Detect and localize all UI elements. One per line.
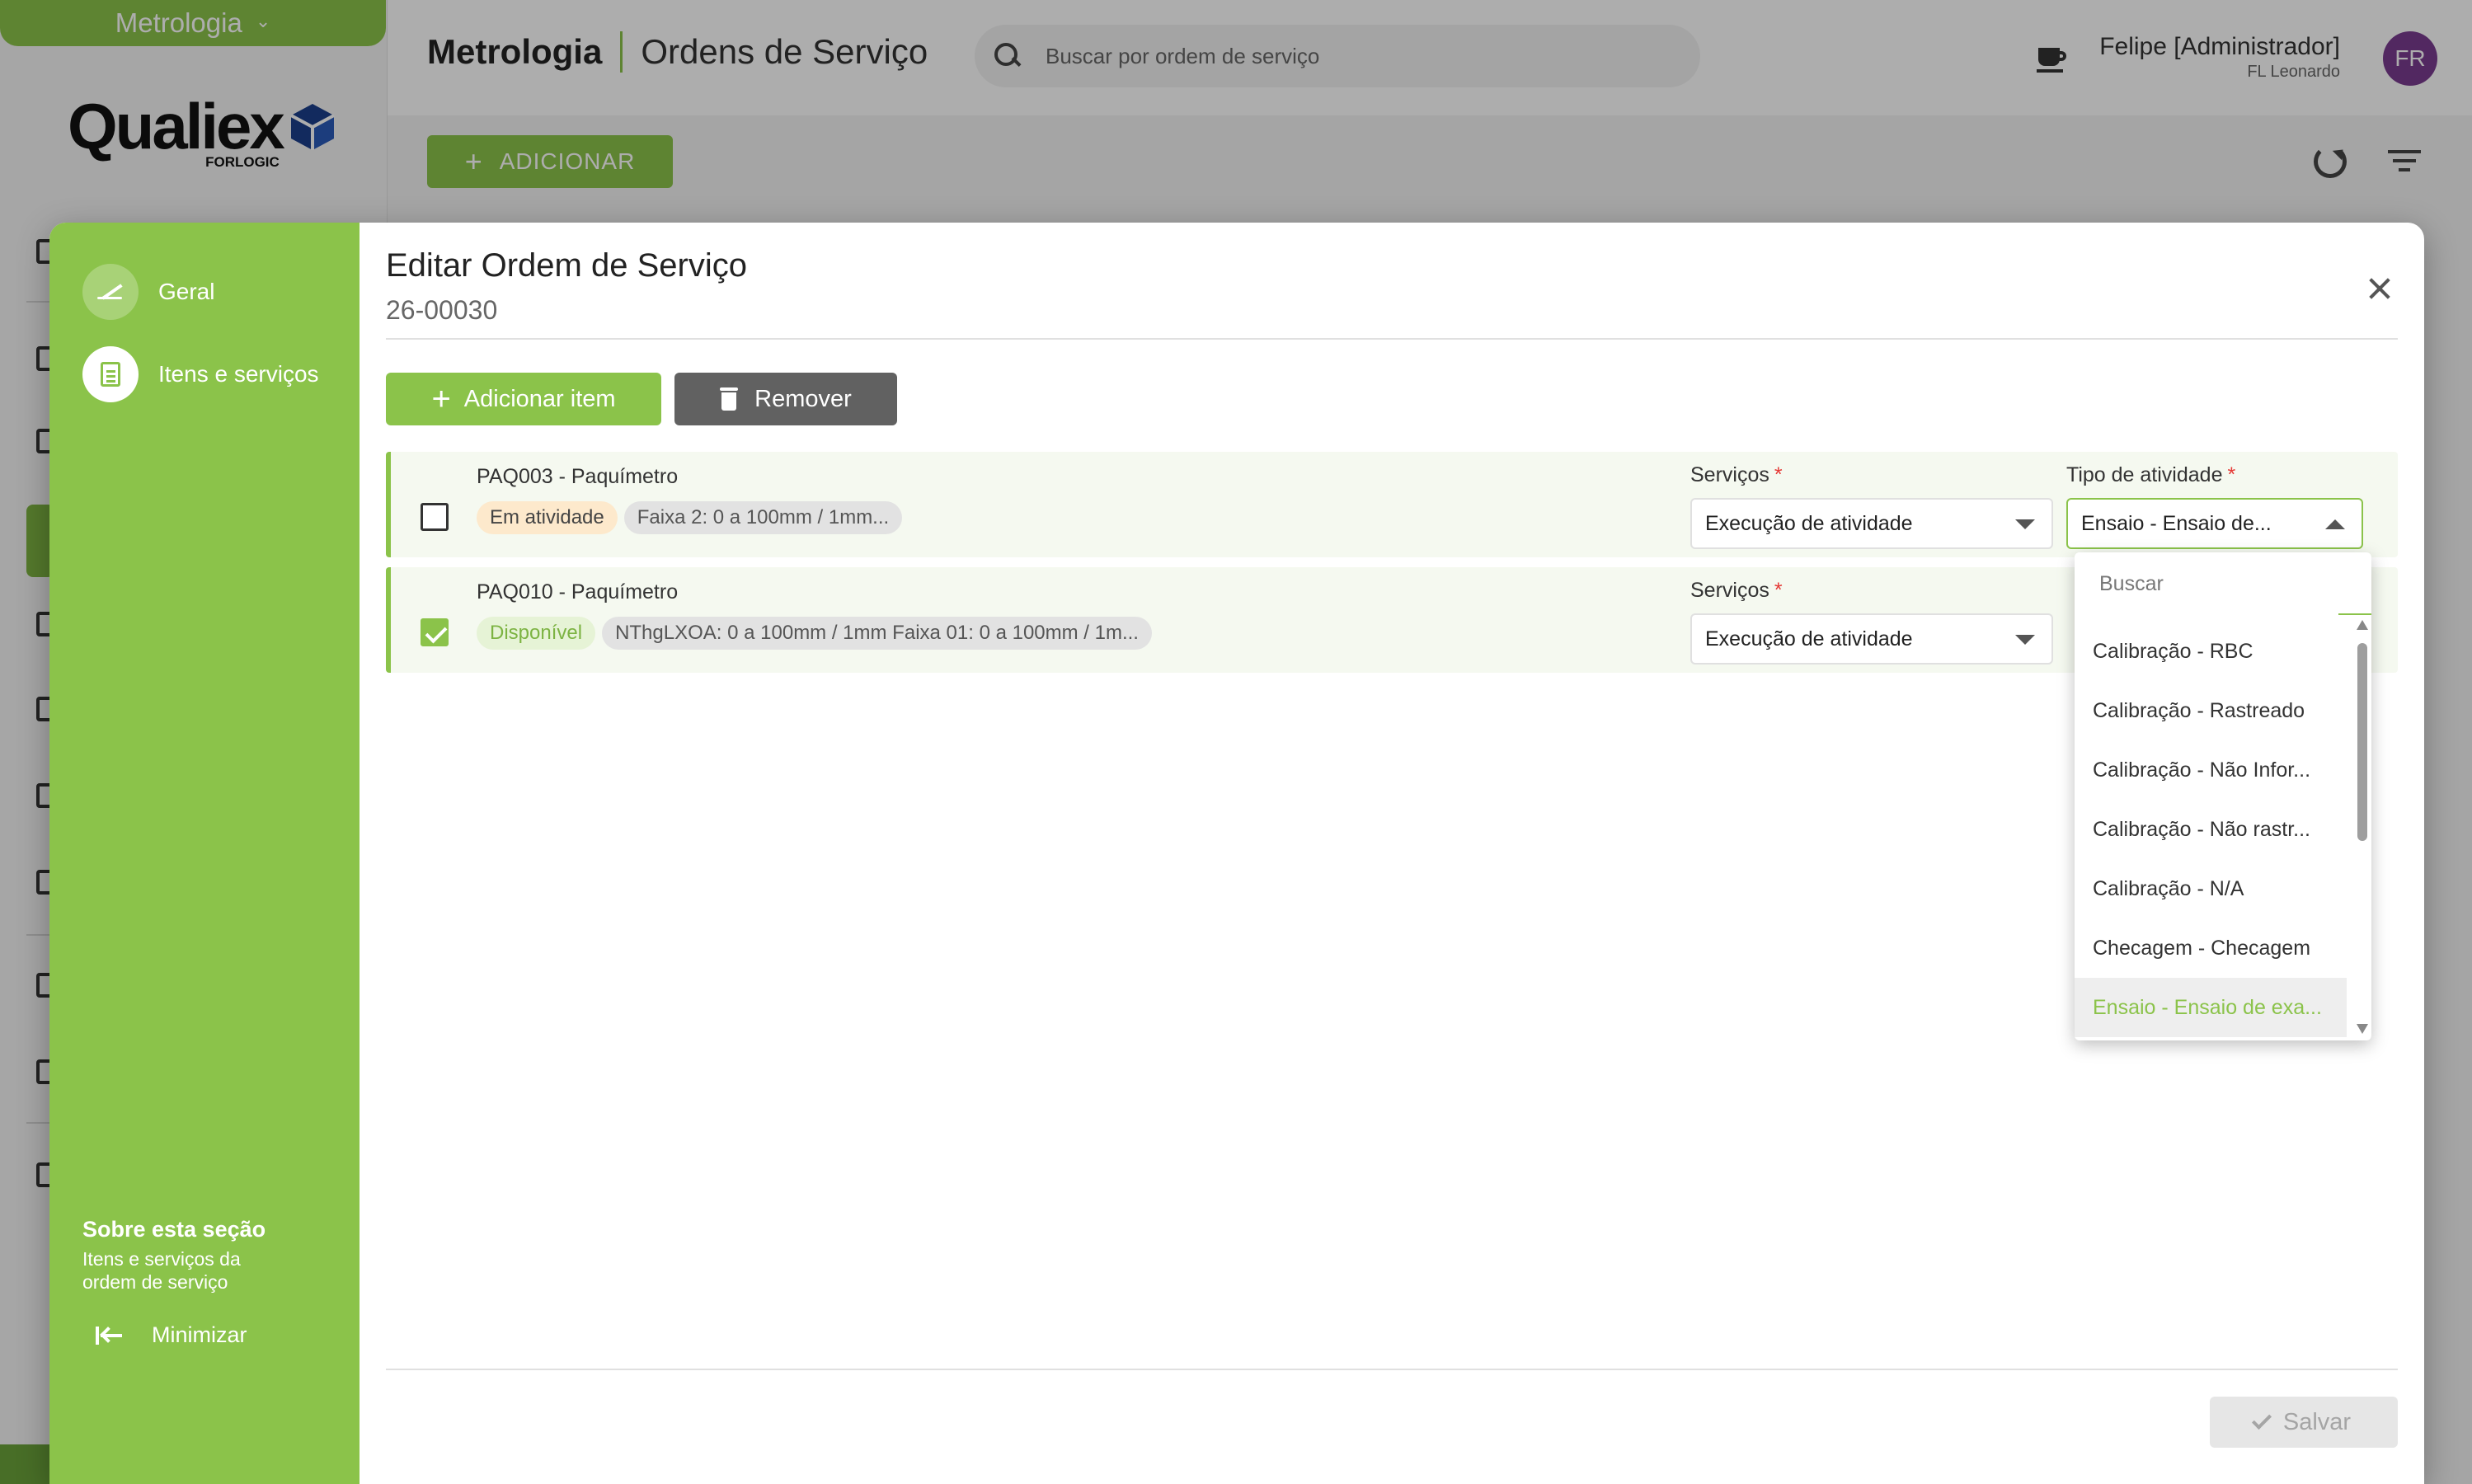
footer-divider bbox=[386, 1369, 2398, 1370]
save-label: Salvar bbox=[2282, 1408, 2352, 1435]
minimize-button[interactable]: Minimizar bbox=[96, 1322, 247, 1348]
dropdown-option[interactable]: Calibração - Não rastr... bbox=[2075, 800, 2347, 859]
activity-type-label: Tipo de atividade * bbox=[2066, 463, 2236, 486]
dropdown-arrow-up-icon bbox=[2325, 519, 2345, 529]
remove-label: Remover bbox=[754, 385, 852, 412]
save-button[interactable]: Salvar bbox=[2210, 1397, 2398, 1448]
services-value: Execução de atividade bbox=[1705, 511, 1913, 535]
services-label: Serviços * bbox=[1690, 579, 1783, 602]
nav-circle bbox=[82, 264, 139, 320]
range-badge: Faixa 2: 0 a 100mm / 1mm... bbox=[623, 501, 903, 534]
dropdown-option[interactable]: Calibração - RBC bbox=[2075, 622, 2347, 681]
services-select[interactable]: Execução de atividade bbox=[1690, 613, 2053, 665]
nav-item-label: Geral bbox=[158, 279, 215, 304]
about-text: Itens e serviços da ordem de serviço bbox=[82, 1248, 241, 1293]
edit-order-dialog: Geral Itens e serviços Sobre esta seção … bbox=[49, 223, 2424, 1484]
plus-icon: + bbox=[431, 380, 451, 417]
activity-type-value: Ensaio - Ensaio de... bbox=[2081, 511, 2272, 535]
about-section: Sobre esta seção Itens e serviços da ord… bbox=[82, 1217, 280, 1294]
collapse-left-icon bbox=[96, 1326, 122, 1345]
order-code: 26-00030 bbox=[386, 295, 498, 325]
add-item-label: Adicionar item bbox=[463, 385, 616, 412]
services-label: Serviços * bbox=[1690, 463, 1783, 486]
activity-type-dropdown: Calibração - RBC Calibração - Rastreado … bbox=[2075, 552, 2371, 1040]
dropdown-option[interactable]: Checagem - Checagem bbox=[2075, 918, 2347, 978]
pen-icon bbox=[97, 284, 124, 300]
range-badge: NThgLXOA: 0 a 100mm / 1mm Faixa 01: 0 a … bbox=[602, 617, 1152, 650]
dropdown-option[interactable]: Calibração - N/A bbox=[2075, 859, 2347, 918]
item-row: PAQ003 - Paquímetro Em atividade Faixa 2… bbox=[386, 452, 2398, 557]
nav-item-geral[interactable]: Geral bbox=[82, 264, 214, 320]
nav-item-label: Itens e serviços bbox=[158, 361, 319, 387]
item-badges: Disponível NThgLXOA: 0 a 100mm / 1mm Fai… bbox=[477, 617, 1152, 650]
dropdown-search bbox=[2075, 552, 2371, 615]
dropdown-option-selected[interactable]: Ensaio - Ensaio de exa... bbox=[2075, 978, 2347, 1037]
item-name: PAQ010 - Paquímetro bbox=[477, 580, 679, 603]
item-checkbox[interactable] bbox=[421, 503, 449, 531]
dropdown-arrow-icon bbox=[2015, 635, 2035, 645]
dropdown-scrollbar[interactable] bbox=[2355, 618, 2368, 1036]
add-item-button[interactable]: + Adicionar item bbox=[386, 373, 661, 425]
services-value: Execução de atividade bbox=[1705, 627, 1913, 650]
nav-item-itens-servicos[interactable]: Itens e serviços bbox=[82, 346, 319, 402]
item-badges: Em atividade Faixa 2: 0 a 100mm / 1mm... bbox=[477, 501, 903, 534]
item-name: PAQ003 - Paquímetro bbox=[477, 465, 679, 488]
clipboard-icon bbox=[101, 362, 120, 387]
dropdown-search-input[interactable] bbox=[2075, 552, 2338, 615]
dropdown-option[interactable]: Calibração - Rastreado bbox=[2075, 681, 2347, 740]
dropdown-options: Calibração - RBC Calibração - Rastreado … bbox=[2075, 622, 2347, 1037]
dropdown-arrow-icon bbox=[2015, 519, 2035, 529]
remove-button[interactable]: Remover bbox=[674, 373, 897, 425]
dialog-nav: Geral Itens e serviços Sobre esta seção … bbox=[49, 223, 360, 1484]
nav-circle bbox=[82, 346, 139, 402]
scroll-down-icon[interactable] bbox=[2357, 1024, 2368, 1034]
dropdown-option[interactable]: Calibração - Não Infor... bbox=[2075, 740, 2347, 800]
status-badge: Disponível bbox=[477, 617, 596, 650]
check-icon bbox=[2251, 1409, 2272, 1430]
scroll-thumb[interactable] bbox=[2357, 643, 2367, 841]
activity-type-select[interactable]: Ensaio - Ensaio de... bbox=[2066, 498, 2363, 549]
minimize-label: Minimizar bbox=[152, 1322, 247, 1347]
services-select[interactable]: Execução de atividade bbox=[1690, 498, 2053, 549]
dialog-title: Editar Ordem de Serviço bbox=[386, 247, 747, 284]
trash-icon bbox=[720, 387, 739, 411]
header-divider bbox=[386, 338, 2398, 340]
status-badge: Em atividade bbox=[477, 501, 618, 534]
close-icon[interactable] bbox=[2362, 270, 2398, 307]
scroll-up-icon[interactable] bbox=[2357, 620, 2368, 630]
item-checkbox[interactable] bbox=[421, 618, 449, 646]
about-title: Sobre esta seção bbox=[82, 1217, 266, 1242]
